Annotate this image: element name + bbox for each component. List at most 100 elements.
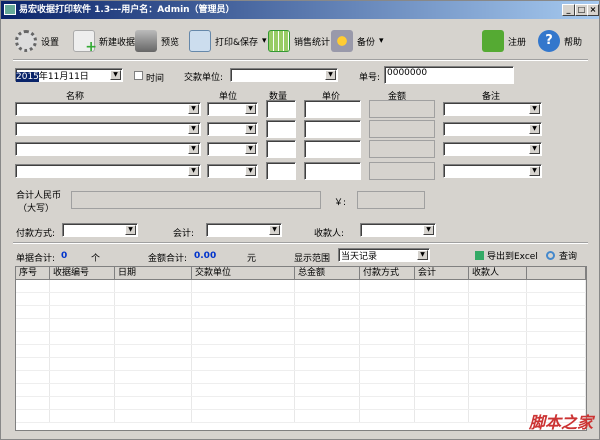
table-cell (415, 371, 469, 383)
preview-button[interactable]: 预览 (135, 27, 179, 55)
total-rmb-uppercase-field (71, 191, 321, 209)
table-cell (527, 358, 586, 370)
item-unit-select[interactable]: ▼ (207, 122, 258, 136)
item-price-input[interactable] (304, 120, 361, 138)
item-note-select[interactable]: ▼ (443, 122, 542, 136)
print-save-button[interactable]: 打印&保存 ▾ (189, 27, 267, 55)
item-price-input[interactable] (304, 140, 361, 158)
table-row (16, 293, 586, 306)
number-input[interactable]: 0000000 (384, 66, 514, 84)
column-header[interactable]: 收据编号 (50, 267, 115, 280)
item-unit-select[interactable]: ▼ (207, 142, 258, 156)
item-note-select[interactable]: ▼ (443, 142, 542, 156)
chevron-down-icon: ▼ (125, 225, 136, 235)
chevron-down-icon: ▼ (188, 124, 199, 134)
item-qty-input[interactable] (266, 140, 296, 158)
calculator-icon (268, 30, 290, 52)
item-note-select[interactable]: ▼ (443, 164, 542, 178)
table-cell (50, 358, 115, 370)
item-note-select[interactable]: ▼ (443, 102, 542, 116)
total-yen-field (357, 191, 425, 209)
column-header[interactable]: 交款单位 (192, 267, 295, 280)
accountant-select[interactable]: ▼ (206, 223, 282, 237)
settings-label: 设置 (41, 37, 60, 48)
chevron-down-icon: ▼ (188, 166, 199, 176)
export-excel-button[interactable]: 导出到Excel (475, 249, 538, 262)
table-cell (415, 397, 469, 409)
payee-label: 收款人: (314, 229, 345, 239)
export-label: 导出到Excel (487, 252, 538, 262)
table-cell (469, 306, 527, 318)
column-header[interactable]: 收款人 (469, 267, 527, 280)
item-price-input[interactable] (304, 162, 361, 180)
item-qty-input[interactable] (266, 162, 296, 180)
table-cell (115, 319, 192, 331)
chevron-down-icon: ▼ (245, 124, 256, 134)
records-table[interactable]: 序号 收据编号 日期 交款单位 总金额 付款方式 会计 收款人 (15, 266, 587, 431)
backup-button[interactable]: 备份 ▾ (331, 27, 384, 55)
payer-select[interactable]: ▼ (230, 68, 338, 82)
table-cell (16, 410, 50, 422)
print-save-icon (189, 30, 211, 52)
table-cell (415, 345, 469, 357)
column-header[interactable]: 日期 (115, 267, 192, 280)
total-rmb-label-2: （大写） (18, 204, 55, 214)
table-cell (415, 293, 469, 305)
table-cell (469, 371, 527, 383)
main-window: 易宏收据打印软件 1.3---用户名：Admin（管理员） _ □ × 设置 +… (0, 0, 600, 440)
help-icon: ? (538, 30, 560, 52)
new-receipt-button[interactable]: + 新建收据 (73, 27, 135, 55)
register-button[interactable]: 注册 (482, 27, 526, 55)
item-unit-select[interactable]: ▼ (207, 164, 258, 178)
table-cell (360, 345, 415, 357)
settings-button[interactable]: 设置 (15, 27, 59, 55)
table-cell (527, 332, 586, 344)
sales-stats-button[interactable]: 销售统计 (268, 27, 330, 55)
backup-label: 备份 (357, 37, 376, 48)
table-cell (295, 319, 360, 331)
date-picker[interactable]: 2015年11月11日 ▼ (15, 68, 123, 82)
chevron-down-icon: ▼ (245, 104, 256, 114)
chevron-down-icon: ▼ (423, 225, 434, 235)
table-cell (16, 293, 50, 305)
chevron-down-icon: ▾ (379, 36, 384, 46)
table-row (16, 397, 586, 410)
range-select[interactable]: 当天记录 ▼ (338, 248, 430, 262)
column-header[interactable]: 会计 (415, 267, 469, 280)
column-header[interactable]: 总金额 (295, 267, 360, 280)
column-header[interactable]: 付款方式 (360, 267, 415, 280)
item-unit-select[interactable]: ▼ (207, 102, 258, 116)
table-cell (50, 319, 115, 331)
minimize-button[interactable]: _ (562, 4, 575, 16)
col-note-header: 备注 (482, 92, 501, 102)
table-cell (360, 280, 415, 292)
payment-method-select[interactable]: ▼ (62, 223, 138, 237)
table-cell (360, 410, 415, 422)
table-cell (527, 293, 586, 305)
item-name-select[interactable]: ▼ (15, 102, 201, 116)
item-qty-input[interactable] (266, 120, 296, 138)
table-cell (16, 332, 50, 344)
table-cell (527, 371, 586, 383)
time-checkbox[interactable] (134, 71, 143, 80)
divider (13, 59, 588, 61)
date-year: 2015 (16, 72, 39, 82)
item-qty-input[interactable] (266, 100, 296, 118)
window-title: 易宏收据打印软件 1.3---用户名：Admin（管理员） (19, 5, 235, 15)
count-label: 单据合计: (16, 254, 56, 264)
column-header[interactable]: 序号 (16, 267, 50, 280)
item-price-input[interactable] (304, 100, 361, 118)
payee-select[interactable]: ▼ (360, 223, 436, 237)
item-name-select[interactable]: ▼ (15, 142, 201, 156)
table-cell (527, 397, 586, 409)
close-button[interactable]: × (587, 4, 599, 16)
chevron-down-icon[interactable]: ▼ (110, 70, 121, 80)
table-cell (192, 397, 295, 409)
query-button[interactable]: 查询 (546, 249, 577, 262)
column-header[interactable] (527, 267, 586, 280)
item-name-select[interactable]: ▼ (15, 164, 201, 178)
help-button[interactable]: ? 帮助 (538, 27, 582, 55)
table-row (16, 280, 586, 293)
table-cell (16, 280, 50, 292)
item-name-select[interactable]: ▼ (15, 122, 201, 136)
